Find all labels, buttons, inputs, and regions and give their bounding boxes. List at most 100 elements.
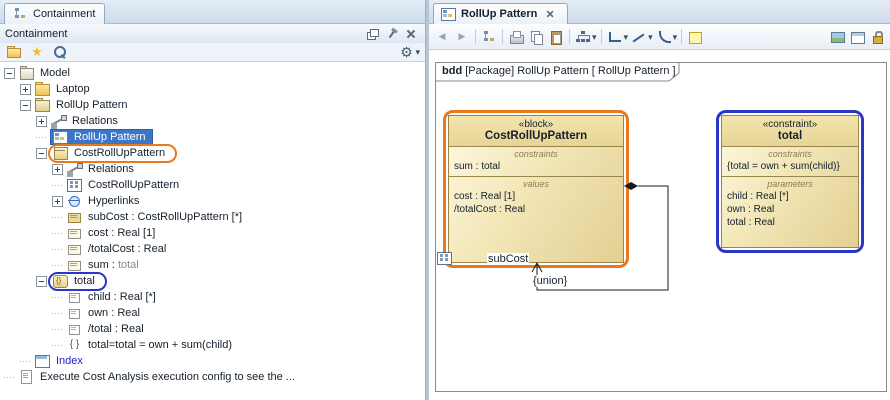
- tree-item[interactable]: CostRollUpPattern: [0, 145, 425, 161]
- tree-item-label: Relations: [86, 163, 136, 175]
- dropdown-caret-icon: [673, 31, 678, 43]
- open-diagram-icon[interactable]: [4, 42, 24, 62]
- tree-item[interactable]: Model: [0, 65, 425, 81]
- note-icon[interactable]: [685, 27, 705, 47]
- structure-icon[interactable]: [436, 251, 453, 265]
- tree-item[interactable]: CostRollUpPattern: [0, 177, 425, 193]
- shapes-icon[interactable]: [827, 27, 847, 47]
- tree-item[interactable]: child : Real [*]: [0, 289, 425, 305]
- tree-item-label: total=total = own + sum(child): [86, 339, 234, 351]
- tree-item[interactable]: sum : total: [0, 257, 425, 273]
- layout-icon[interactable]: [573, 27, 598, 47]
- tree-item-label: child : Real [*]: [86, 291, 158, 303]
- tree-item-label: sum : total: [86, 259, 141, 271]
- tree-item[interactable]: Relations: [0, 161, 425, 177]
- favorites-icon[interactable]: [27, 42, 47, 62]
- tab-close-icon[interactable]: [545, 8, 557, 19]
- association-end-label[interactable]: subCost: [487, 253, 529, 265]
- selected-tree-item: RollUp Pattern: [50, 129, 153, 145]
- tree-guide-line: [36, 132, 47, 143]
- tree-expander-plus[interactable]: [20, 84, 31, 95]
- left-tab-strip: Containment: [0, 0, 425, 24]
- tree-expander-minus[interactable]: [20, 100, 31, 111]
- structure-icon: [66, 178, 83, 192]
- tree-item[interactable]: Hyperlinks: [0, 193, 425, 209]
- settings-icon[interactable]: [396, 42, 421, 62]
- value-icon: [66, 258, 83, 272]
- tree-item[interactable]: Execute Cost Analysis execution config t…: [0, 369, 425, 385]
- copy-icon[interactable]: [526, 27, 546, 47]
- tree-guide-line: [52, 292, 63, 303]
- curve-style-icon[interactable]: [654, 27, 679, 47]
- block-title: «block» CostRollUpPattern: [449, 116, 623, 147]
- tree-item[interactable]: RollUp Pattern: [0, 129, 425, 145]
- param-icon: [66, 290, 83, 304]
- forward-icon[interactable]: [452, 27, 472, 47]
- feature-item: total : Real: [722, 216, 858, 229]
- panel-header-controls: [363, 24, 420, 44]
- diagram-toolbar: [429, 24, 890, 50]
- tree-expander-minus[interactable]: [4, 68, 15, 79]
- tree-item[interactable]: subCost : CostRollUpPattern [*]: [0, 209, 425, 225]
- model-icon: [18, 66, 35, 80]
- tree-expander-minus[interactable]: [36, 276, 47, 287]
- paste-icon[interactable]: [546, 27, 566, 47]
- relations-icon: [50, 114, 67, 128]
- tree-expander-plus[interactable]: [52, 196, 63, 207]
- tree-item-label: subCost : CostRollUpPattern [*]: [86, 211, 244, 223]
- tree-item[interactable]: /total : Real: [0, 321, 425, 337]
- print-icon: [507, 28, 525, 46]
- tree-item[interactable]: own : Real: [0, 305, 425, 321]
- tree-item[interactable]: total: [0, 273, 425, 289]
- tree-item[interactable]: RollUp Pattern: [0, 97, 425, 113]
- tree-guide-line: [52, 228, 63, 239]
- compartment-label: constraints: [449, 147, 623, 160]
- search-icon[interactable]: [50, 42, 70, 62]
- diagram-icon: [52, 130, 69, 144]
- tree-guide-line: [52, 180, 63, 191]
- tree-item[interactable]: Relations: [0, 113, 425, 129]
- line-style-icon[interactable]: [629, 27, 654, 47]
- pin-icon[interactable]: [383, 24, 400, 44]
- toolbar-separator: [681, 29, 682, 44]
- tree-expander-minus[interactable]: [36, 148, 47, 159]
- compartment-constraints: constraints{total = own + sum(child)}: [722, 147, 858, 177]
- tree-item[interactable]: Index: [0, 353, 425, 369]
- tree-item-label: Relations: [70, 115, 120, 127]
- path-diag-icon: [630, 28, 648, 46]
- association-union-label[interactable]: {union}: [532, 275, 568, 287]
- diagram-panel: RollUp Pattern bdd [Package] RollUp Patt…: [429, 0, 890, 400]
- panel-title: Containment: [5, 28, 67, 40]
- print-icon[interactable]: [506, 27, 526, 47]
- tree-guide-line: [52, 260, 63, 271]
- feature-item: cost : Real [1]: [449, 190, 623, 203]
- block-costrolluppattern[interactable]: «block» CostRollUpPattern constraintssum…: [448, 115, 624, 263]
- tree-item[interactable]: Laptop: [0, 81, 425, 97]
- paste-icon: [547, 28, 565, 46]
- index-icon: [34, 354, 51, 368]
- block-icon: [52, 146, 69, 160]
- tree-expander-plus[interactable]: [36, 116, 47, 127]
- restore-icon[interactable]: [363, 24, 380, 44]
- tab-rollup-pattern[interactable]: RollUp Pattern: [433, 3, 568, 24]
- select-in-containment-tree-icon[interactable]: [479, 27, 499, 47]
- tree-expander-plus[interactable]: [52, 164, 63, 175]
- lock-icon[interactable]: [867, 27, 887, 47]
- constraint-total[interactable]: «constraint» total constraints{total = o…: [721, 115, 859, 248]
- diagram-canvas[interactable]: bdd [Package] RollUp Pattern [ RollUp Pa…: [429, 50, 890, 400]
- back-icon[interactable]: [432, 27, 452, 47]
- table-icon[interactable]: [847, 27, 867, 47]
- toolbar-separator: [475, 29, 476, 44]
- tree-item[interactable]: cost : Real [1]: [0, 225, 425, 241]
- tree-item[interactable]: /totalCost : Real: [0, 241, 425, 257]
- path-style-icon[interactable]: [605, 27, 630, 47]
- tab-containment[interactable]: Containment: [4, 3, 105, 24]
- close-icon[interactable]: [403, 24, 420, 44]
- tree-guide-line: [4, 372, 15, 383]
- tree-guide-line: [52, 212, 63, 223]
- pin-icon: [381, 23, 401, 43]
- feature-item: {total = own + sum(child)}: [722, 160, 858, 173]
- shapes-icon: [828, 28, 846, 46]
- tree-item[interactable]: { }total=total = own + sum(child): [0, 337, 425, 353]
- tree-guide-line: [20, 356, 31, 367]
